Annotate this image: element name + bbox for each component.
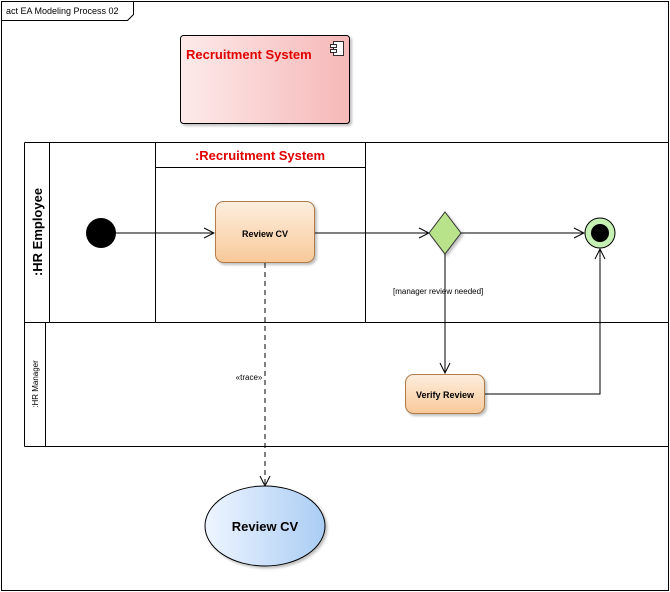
use-case-label: Review CV [232,519,299,534]
initial-node[interactable] [86,218,116,248]
verify-review-action[interactable]: Verify Review [405,374,485,414]
frame-title: act EA Modeling Process 02 [6,6,119,16]
partition-label: :Recruitment System [195,148,325,163]
recruitment-system-component[interactable]: Recruitment System [180,35,350,124]
verify-review-label: Verify Review [416,390,475,400]
lane-label-hr-manager: :HR Manager [31,360,40,408]
trace-label: «trace» [236,373,263,382]
review-cv-label: Review CV [242,229,288,239]
review-cv-action[interactable]: Review CV [215,201,315,263]
activity-final-node[interactable] [584,217,616,249]
review-cv-use-case[interactable]: Review CV [204,485,326,567]
lane-hr-manager: :HR Manager [31,360,40,408]
lane-label-hr-employee: :HR Employee [30,188,45,276]
lane-hr-employee: :HR Employee [30,188,45,276]
activity-diagram: act EA Modeling Process 02 Recruitment S… [1,1,669,591]
guard-label: [manager review needed] [393,287,483,296]
component-label: Recruitment System [186,47,312,62]
